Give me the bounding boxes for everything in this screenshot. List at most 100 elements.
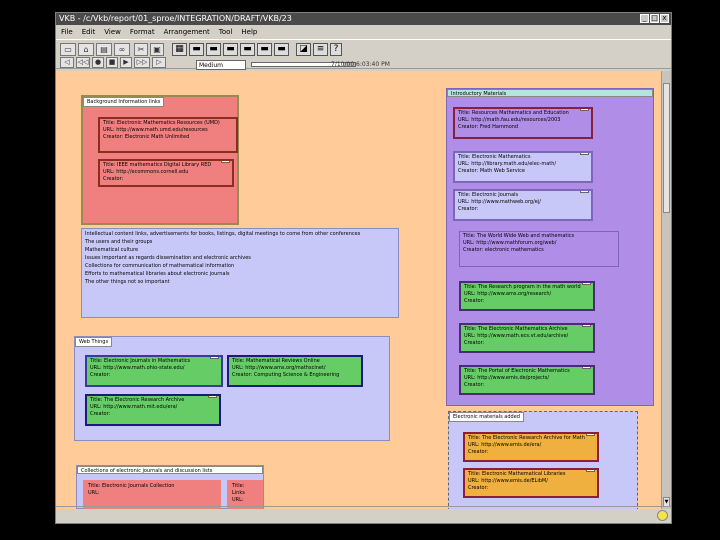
vertical-scrollbar[interactable]: ▼ <box>661 71 671 509</box>
note-tab <box>582 325 591 327</box>
forward-arrow-icon: ▷ <box>156 58 162 66</box>
note-tab <box>582 367 591 369</box>
link-button[interactable]: ∞ <box>114 43 130 56</box>
grid-button[interactable]: ▦ <box>172 43 187 56</box>
history-timestamp: 7/10/00 6:03:40 PM <box>331 61 390 68</box>
note-icon: ≡ <box>316 44 325 54</box>
note-tab <box>580 191 589 193</box>
workspace-canvas[interactable]: Background Information links Title: Elec… <box>56 71 661 509</box>
forward-button[interactable]: ▷ <box>152 57 166 68</box>
note-tab <box>221 161 230 163</box>
note-tab <box>580 153 589 155</box>
style-2-button[interactable]: ▬ <box>206 43 221 56</box>
note-card[interactable]: Title: The Electronic Research Archive f… <box>463 432 599 462</box>
note-tab <box>586 434 595 436</box>
menu-tool[interactable]: Tool <box>219 25 233 39</box>
close-button[interactable]: x <box>660 14 669 23</box>
menu-format[interactable]: Format <box>130 25 155 39</box>
note-card[interactable]: Title: The Electronic Mathematics Archiv… <box>459 323 595 353</box>
note-card[interactable]: Title: Electronic Journals Collection UR… <box>83 480 221 509</box>
arrange-button[interactable]: ◪ <box>296 43 311 56</box>
collection-button[interactable]: ▭ <box>60 43 76 56</box>
text-area-note[interactable]: Intellectual content links, advertisemen… <box>81 228 399 318</box>
find-button[interactable]: ? <box>330 43 342 56</box>
collection-label: Web Things <box>75 337 113 347</box>
back-button[interactable]: ◁ <box>60 57 74 68</box>
note-card[interactable]: Title: Links URL: <box>227 480 263 509</box>
paste-icon: ▣ <box>153 45 161 54</box>
note-tab <box>582 283 591 285</box>
stop-icon: ■ <box>108 58 116 66</box>
note-tab <box>210 357 219 359</box>
note-tab <box>580 109 589 111</box>
note-button[interactable]: ≡ <box>313 43 328 56</box>
lightbulb-icon[interactable] <box>657 510 668 521</box>
window-title: VKB - /c/Vkb/report/01_sproe/INTEGRATION… <box>59 14 292 23</box>
fast-forward-button[interactable]: ▷▷ <box>134 57 150 68</box>
style-3-icon: ▬ <box>226 44 235 54</box>
collection-label: Electronic materials added <box>449 412 524 422</box>
play-icon: ▶ <box>123 58 129 66</box>
collection-electronic-journals[interactable]: Collections of electronic journals and d… <box>76 465 264 509</box>
zoom-select-value: Medium <box>199 62 223 69</box>
toolbar: ▭ ⌂ ▤ ∞ ✂ ▣ ▦ ▬ ▬ ▬ ▬ ▬ ▬ ◪ ≡ ? ◁ ◁◁ ● ■… <box>56 39 671 70</box>
note-card[interactable]: Title: Electronic Mathematical Libraries… <box>463 468 599 498</box>
note-card[interactable]: Title: Mathematical Reviews Online URL: … <box>227 355 363 387</box>
scrollbar-thumb[interactable] <box>663 83 670 213</box>
history-slider-fill <box>252 63 343 66</box>
rewind-icon: ◁◁ <box>77 58 89 66</box>
style-5-icon: ▬ <box>260 44 269 54</box>
note-card[interactable]: Title: Resources Mathematics and Educati… <box>453 107 593 139</box>
collection-label: Background Information links <box>83 97 165 107</box>
minimize-button[interactable]: _ <box>640 14 649 23</box>
style-4-button[interactable]: ▬ <box>240 43 255 56</box>
application-window: VKB - /c/Vkb/report/01_sproe/INTEGRATION… <box>55 12 672 524</box>
style-5-button[interactable]: ▬ <box>257 43 272 56</box>
title-bar[interactable]: VKB - /c/Vkb/report/01_sproe/INTEGRATION… <box>56 13 671 25</box>
menu-file[interactable]: File <box>61 25 73 39</box>
style-1-icon: ▬ <box>192 44 201 54</box>
play-button[interactable]: ▶ <box>120 57 132 68</box>
collection-web-things[interactable]: Web Things Title: Electronic Journals in… <box>74 336 390 441</box>
collection-background-information[interactable]: Background Information links Title: Elec… <box>81 95 239 225</box>
style-3-button[interactable]: ▬ <box>223 43 238 56</box>
collection-introductory-materials[interactable]: Introductory Materials Title: Resources … <box>446 88 654 406</box>
find-icon: ? <box>333 44 339 54</box>
menu-arrangement[interactable]: Arrangement <box>164 25 210 39</box>
cut-button[interactable]: ✂ <box>134 43 148 56</box>
note-card[interactable]: Title: The Electronic Research Archive U… <box>85 394 221 426</box>
grid-icon: ▦ <box>175 44 184 54</box>
style-6-button[interactable]: ▬ <box>274 43 289 56</box>
collection-label: Collections of electronic journals and d… <box>77 466 263 474</box>
save-button[interactable]: ▤ <box>96 43 112 56</box>
style-1-button[interactable]: ▬ <box>189 43 204 56</box>
cut-icon: ✂ <box>137 45 145 54</box>
zoom-select[interactable]: Medium <box>196 60 246 70</box>
stop-button[interactable]: ■ <box>106 57 118 68</box>
note-card[interactable]: Title: IEEE mathematics Digital Library … <box>98 159 234 187</box>
note-card[interactable]: Title: Electronic Mathematics Resources … <box>98 117 238 153</box>
rewind-button[interactable]: ◁◁ <box>76 57 90 68</box>
note-card[interactable]: Title: The Portal of Electronic Mathemat… <box>459 365 595 395</box>
style-2-icon: ▬ <box>209 44 218 54</box>
note-card[interactable]: Title: Electronic Journals URL: http://w… <box>453 189 593 221</box>
collection-icon: ▭ <box>64 45 72 54</box>
open-icon: ⌂ <box>83 45 89 54</box>
menu-edit[interactable]: Edit <box>82 25 96 39</box>
back-arrow-icon: ◁ <box>64 58 70 66</box>
note-card[interactable]: Title: The Research program in the math … <box>459 281 595 311</box>
note-card[interactable]: Title: The World Wide Web and mathematic… <box>459 231 619 267</box>
record-button[interactable]: ● <box>92 57 104 68</box>
note-card[interactable]: Title: Electronic Journals in Mathematic… <box>85 355 223 387</box>
maximize-button[interactable]: □ <box>650 14 659 23</box>
menu-view[interactable]: View <box>104 25 121 39</box>
collection-label: Introductory Materials <box>447 89 653 97</box>
link-icon: ∞ <box>118 45 126 54</box>
collection-electronic-materials[interactable]: Electronic materials added Title: The El… <box>448 411 638 509</box>
record-icon: ● <box>94 58 102 66</box>
paste-button[interactable]: ▣ <box>150 43 164 56</box>
open-button[interactable]: ⌂ <box>78 43 94 56</box>
note-card[interactable]: Title: Electronic Mathematics URL: http:… <box>453 151 593 183</box>
style-4-icon: ▬ <box>243 44 252 54</box>
menu-help[interactable]: Help <box>241 25 257 39</box>
